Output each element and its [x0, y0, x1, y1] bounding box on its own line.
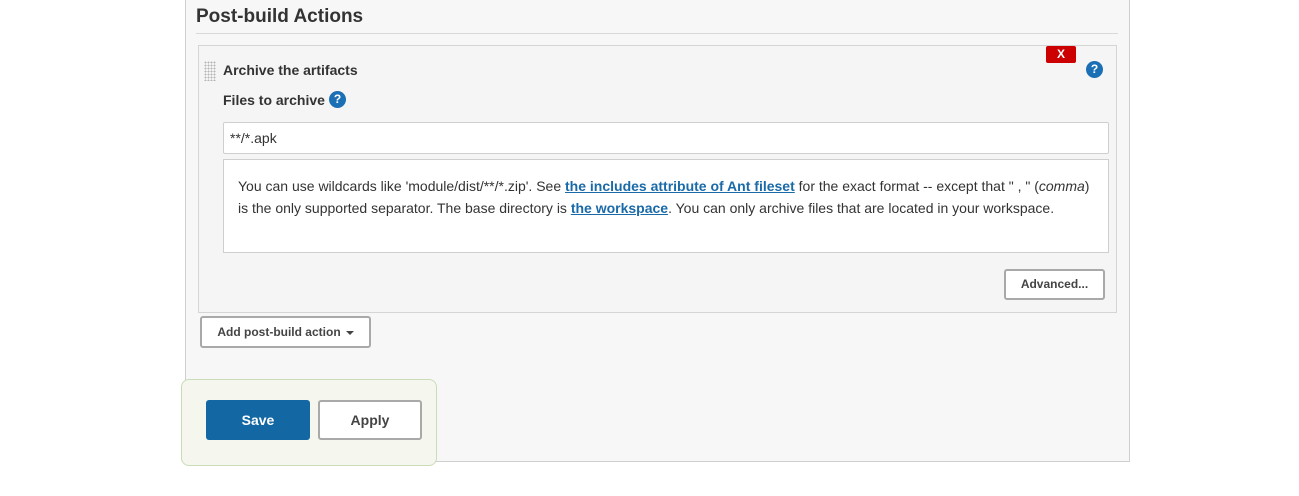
delete-step-button[interactable]: X: [1046, 46, 1076, 63]
files-to-archive-input[interactable]: [223, 122, 1109, 154]
help-text-part: You can use wildcards like 'module/dist/…: [238, 178, 566, 194]
caret-down-icon: [345, 330, 354, 335]
ant-fileset-link[interactable]: the includes attribute of Ant fileset: [565, 178, 795, 194]
help-text-part: . You can only archive files that are lo…: [668, 199, 1055, 216]
save-button[interactable]: Save: [206, 400, 310, 440]
help-text-emphasis: comma: [1038, 178, 1085, 194]
add-post-build-action-button[interactable]: Add post-build action: [200, 316, 371, 348]
drag-handle-icon[interactable]: [204, 61, 216, 81]
field-help-icon[interactable]: ?: [329, 91, 346, 108]
advanced-button[interactable]: Advanced...: [1004, 269, 1105, 300]
apply-button[interactable]: Apply: [318, 400, 422, 440]
step-help-icon[interactable]: ?: [1086, 61, 1103, 78]
field-help-text: You can use wildcards like 'module/dist/…: [223, 159, 1109, 253]
step-title: Archive the artifacts: [223, 62, 358, 78]
section-divider: [196, 33, 1118, 34]
files-to-archive-label: Files to archive: [223, 92, 325, 108]
add-post-build-action-label: Add post-build action: [217, 325, 341, 339]
workspace-link[interactable]: the workspace: [571, 200, 668, 216]
help-text-part: for the exact format -- except that " , …: [794, 178, 1039, 194]
section-title: Post-build Actions: [196, 6, 364, 27]
